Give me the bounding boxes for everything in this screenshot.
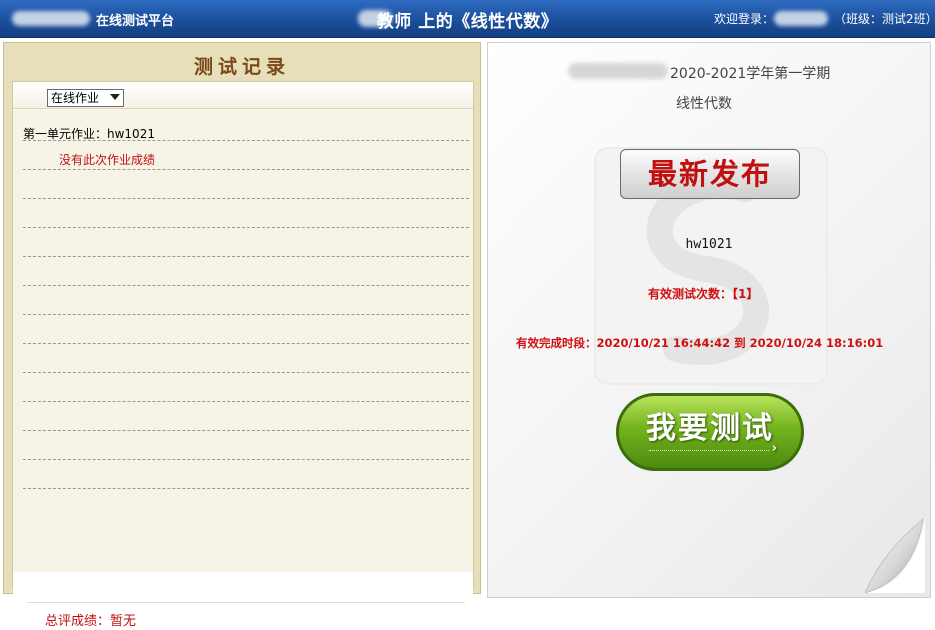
latest-release-button[interactable]: 最新发布 bbox=[620, 149, 800, 199]
record-type-select[interactable]: 在线作业 bbox=[47, 89, 124, 107]
empty-row bbox=[23, 402, 469, 431]
top-bar: 在线测试平台 教师 上的《线性代数》 欢迎登录： （班级：测试2班） bbox=[0, 0, 935, 38]
test-info-panel: 2020-2021学年第一学期 线性代数 最新发布 hw1021 有效测试次数：… bbox=[487, 42, 931, 598]
record-type-value: 在线作业 bbox=[51, 91, 100, 105]
empty-row bbox=[23, 286, 469, 315]
records-list: 第一单元作业：hw1021 没有此次作业成绩 bbox=[23, 112, 469, 489]
chevron-right-icon: › bbox=[771, 441, 779, 456]
assignment-record-name: 第一单元作业：hw1021 bbox=[23, 127, 155, 141]
list-item: 没有此次作业成绩 bbox=[23, 141, 469, 170]
valid-attempts: 有效测试次数：【1】 bbox=[648, 287, 759, 301]
redacted-login-name bbox=[774, 11, 828, 26]
empty-row bbox=[23, 431, 469, 460]
redacted-school-name bbox=[568, 63, 668, 79]
empty-row bbox=[23, 257, 469, 286]
empty-row bbox=[23, 170, 469, 199]
assignment-name: hw1021 bbox=[685, 237, 733, 252]
divider bbox=[27, 602, 465, 603]
empty-row bbox=[23, 315, 469, 344]
button-dots-decoration bbox=[649, 450, 769, 451]
subject-label: 线性代数 bbox=[676, 96, 732, 112]
start-test-button[interactable]: 我要测试 › bbox=[616, 393, 804, 471]
empty-row bbox=[23, 460, 469, 489]
test-records-panel: 测试记录 在线作业 第一单元作业：hw1021 没有此次作业成绩 总评成绩：暂无 bbox=[3, 42, 481, 630]
empty-row bbox=[23, 228, 469, 257]
term-label: 2020-2021学年第一学期 bbox=[670, 66, 831, 82]
chevron-down-icon bbox=[110, 94, 120, 100]
empty-row bbox=[23, 199, 469, 228]
records-footer: 总评成绩：暂无 bbox=[13, 572, 473, 630]
class-info: （班级：测试2班） bbox=[834, 12, 935, 26]
start-test-label: 我要测试 bbox=[646, 411, 774, 446]
list-item: 第一单元作业：hw1021 bbox=[23, 112, 469, 141]
empty-row bbox=[23, 373, 469, 402]
assignment-record-status: 没有此次作业成绩 bbox=[59, 153, 156, 167]
overall-score: 总评成绩：暂无 bbox=[45, 614, 137, 629]
valid-period: 有效完成时段：2020/10/21 16:44:42 到 2020/10/24 … bbox=[516, 336, 884, 350]
records-sheet: 在线作业 第一单元作业：hw1021 没有此次作业成绩 总评成绩：暂无 bbox=[12, 81, 474, 630]
page-curl-decoration bbox=[865, 517, 925, 593]
welcome-label: 欢迎登录： bbox=[714, 12, 775, 26]
records-title: 测试记录 bbox=[193, 56, 290, 78]
empty-row bbox=[23, 344, 469, 373]
filter-bar: 在线作业 bbox=[13, 82, 473, 109]
